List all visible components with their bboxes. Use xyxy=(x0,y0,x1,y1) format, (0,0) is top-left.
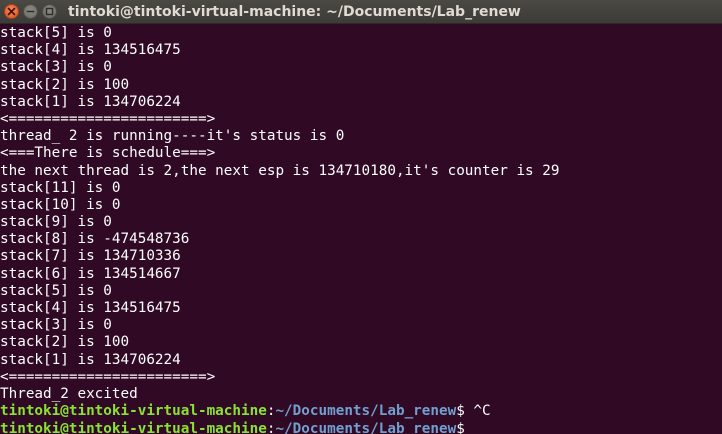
prompt-user-host: tintoki@tintoki-virtual-machine xyxy=(0,403,267,420)
output-line: stack[1] is 134706224 xyxy=(0,93,181,110)
close-button[interactable] xyxy=(4,4,19,19)
terminal-lines: stack[5] is 0 stack[4] is 134516475 stac… xyxy=(0,25,559,434)
terminal-window: tintoki@tintoki-virtual-machine: ~/Docum… xyxy=(0,0,722,434)
output-line: stack[4] is 134516475 xyxy=(0,42,181,59)
output-line: stack[1] is 134706224 xyxy=(0,351,181,368)
close-icon xyxy=(7,7,16,16)
prompt-symbol: $ xyxy=(456,421,465,434)
output-line: stack[11] is 0 xyxy=(0,179,121,196)
output-line: <===There is schedule===> xyxy=(0,145,216,162)
prompt-user-host: tintoki@tintoki-virtual-machine xyxy=(0,421,267,434)
output-line: Thread_2 excited xyxy=(0,385,138,402)
output-line: stack[3] is 0 xyxy=(0,317,112,334)
output-line: stack[5] is 0 xyxy=(0,25,112,41)
prompt-command: ^C xyxy=(464,403,491,420)
output-line: stack[8] is -474548736 xyxy=(0,231,190,248)
cursor xyxy=(465,420,474,434)
minimize-icon xyxy=(26,10,35,13)
prompt-path: ~/Documents/Lab_renew xyxy=(275,421,457,434)
window-title: tintoki@tintoki-virtual-machine: ~/Docum… xyxy=(68,4,521,20)
prompt-line[interactable]: tintoki@tintoki-virtual-machine:~/Docume… xyxy=(0,420,559,434)
output-line: <=======================> xyxy=(0,368,216,385)
minimize-button[interactable] xyxy=(23,4,38,19)
output-line: stack[3] is 0 xyxy=(0,59,112,76)
output-line: stack[5] is 0 xyxy=(0,282,112,299)
output-line: stack[2] is 100 xyxy=(0,334,130,351)
output-line: stack[7] is 134710336 xyxy=(0,248,181,265)
title-bar[interactable]: tintoki@tintoki-virtual-machine: ~/Docum… xyxy=(0,0,722,24)
prompt-path: ~/Documents/Lab_renew xyxy=(275,403,457,420)
output-line: thread_ 2 is running----it's status is 0 xyxy=(0,128,345,145)
terminal-content[interactable]: stack[5] is 0 stack[4] is 134516475 stac… xyxy=(0,24,722,434)
maximize-button[interactable] xyxy=(42,4,57,19)
output-line: stack[9] is 0 xyxy=(0,214,112,231)
output-line: stack[2] is 100 xyxy=(0,76,130,93)
output-line: stack[4] is 134516475 xyxy=(0,300,181,316)
maximize-icon xyxy=(45,7,54,16)
output-line: stack[6] is 134514667 xyxy=(0,265,181,282)
prompt-symbol: $ xyxy=(456,403,465,420)
output-line: <=======================> xyxy=(0,110,216,127)
output-line: the next thread is 2,the next esp is 134… xyxy=(0,162,560,179)
prompt-line: tintoki@tintoki-virtual-machine:~/Docume… xyxy=(0,403,559,420)
output-line: stack[10] is 0 xyxy=(0,196,121,213)
